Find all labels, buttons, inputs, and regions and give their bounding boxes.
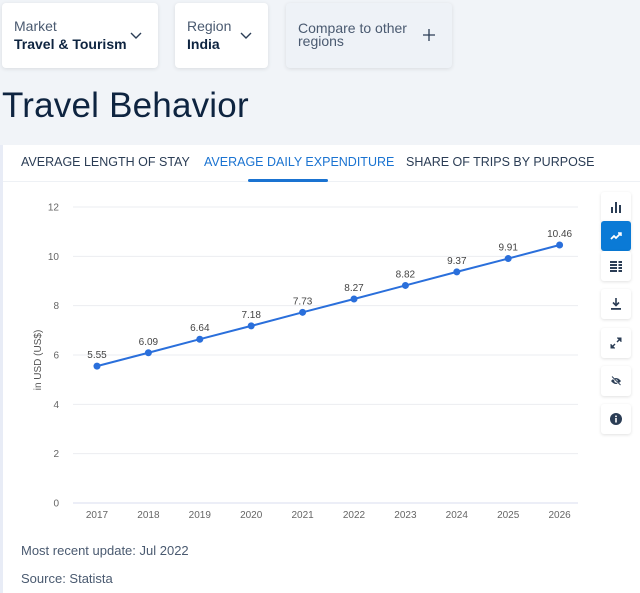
market-value: Travel & Tourism (14, 36, 127, 52)
x-tick-label: 2024 (446, 510, 469, 521)
region-value: India (187, 36, 220, 52)
x-tick-label: 2023 (394, 510, 417, 521)
data-point[interactable] (556, 241, 564, 249)
bar-chart-icon (611, 202, 621, 213)
tab-share-of-trips-by-purpose[interactable]: Share of Trips by Purpose (406, 155, 594, 169)
active-tab-indicator (248, 179, 328, 182)
table-view-button[interactable] (601, 251, 631, 281)
x-tick-label: 2021 (291, 510, 314, 521)
data-point[interactable] (299, 308, 307, 316)
x-tick-label: 2018 (137, 510, 160, 521)
data-label: 10.46 (547, 229, 572, 240)
download-icon (611, 298, 621, 310)
tab-bar: Average Length of Stay Average Daily Exp… (3, 145, 640, 182)
hide-button[interactable] (601, 366, 631, 396)
expand-icon (610, 337, 622, 349)
line-chart-icon (610, 232, 622, 240)
bar-chart-button[interactable] (601, 192, 631, 222)
line-chart-button[interactable] (601, 221, 631, 251)
line-chart: 0 2 4 6 8 10 12 2017 2018 2019 2020 2021 2022 2023 20… (33, 203, 578, 521)
source-note: Source: Statista (21, 571, 113, 586)
y-tick-label: 2 (53, 449, 59, 460)
data-label: 9.91 (498, 243, 518, 254)
info-button[interactable] (601, 404, 631, 434)
y-tick-label: 10 (48, 252, 60, 263)
data-point[interactable] (453, 268, 461, 276)
data-point[interactable] (350, 295, 358, 303)
data-point[interactable] (247, 322, 255, 330)
y-tick-label: 6 (53, 351, 59, 362)
y-tick-label: 8 (53, 301, 59, 312)
x-tick-label: 2026 (548, 510, 571, 521)
download-button[interactable] (601, 289, 631, 319)
eye-slash-icon (611, 376, 621, 386)
data-label: 7.73 (293, 296, 313, 307)
y-tick-label: 12 (48, 203, 60, 214)
x-tick-label: 2017 (86, 510, 109, 521)
data-point[interactable] (401, 281, 409, 289)
data-point[interactable] (93, 362, 101, 370)
plus-icon (423, 29, 435, 41)
data-label: 6.09 (139, 337, 159, 348)
x-tick-label: 2019 (189, 510, 212, 521)
update-note: Most recent update: Jul 2022 (21, 543, 189, 558)
y-tick-label: 0 (53, 499, 59, 510)
tab-average-daily-expenditure[interactable]: Average Daily Expenditure (204, 155, 394, 169)
data-label: 7.18 (241, 310, 261, 321)
region-selector[interactable]: Region India (175, 3, 268, 68)
data-label: 8.27 (344, 283, 364, 294)
y-axis-label: in USD (US$) (33, 330, 44, 391)
data-point[interactable] (144, 349, 152, 357)
x-tick-label: 2022 (343, 510, 366, 521)
data-label: 6.64 (190, 323, 210, 334)
chevron-down-icon (240, 32, 252, 39)
region-label: Region (187, 18, 232, 34)
fullscreen-button[interactable] (601, 328, 631, 358)
table-icon (610, 260, 622, 272)
tab-average-length-of-stay[interactable]: Average Length of Stay (21, 155, 190, 169)
chart-area: 0 2 4 6 8 10 12 2017 2018 2019 2020 2021 2022 2023 20… (3, 185, 593, 535)
market-selector[interactable]: Market Travel & Tourism (2, 3, 158, 68)
x-tick-label: 2020 (240, 510, 263, 521)
data-label: 9.37 (447, 256, 467, 267)
compare-label: Compare to other regions (298, 20, 407, 49)
data-label: 5.55 (87, 350, 107, 361)
x-tick-label: 2025 (497, 510, 520, 521)
data-point[interactable] (504, 255, 512, 263)
page-title: Travel Behavior (2, 86, 249, 125)
info-icon (610, 413, 622, 425)
data-label: 8.82 (396, 269, 416, 280)
data-point[interactable] (196, 335, 204, 343)
chevron-down-icon (130, 32, 142, 39)
market-label: Market (14, 18, 57, 34)
chart-card: Average Length of Stay Average Daily Exp… (0, 145, 640, 593)
y-tick-label: 4 (53, 400, 59, 411)
compare-regions-button[interactable]: Compare to other regions (286, 3, 452, 68)
